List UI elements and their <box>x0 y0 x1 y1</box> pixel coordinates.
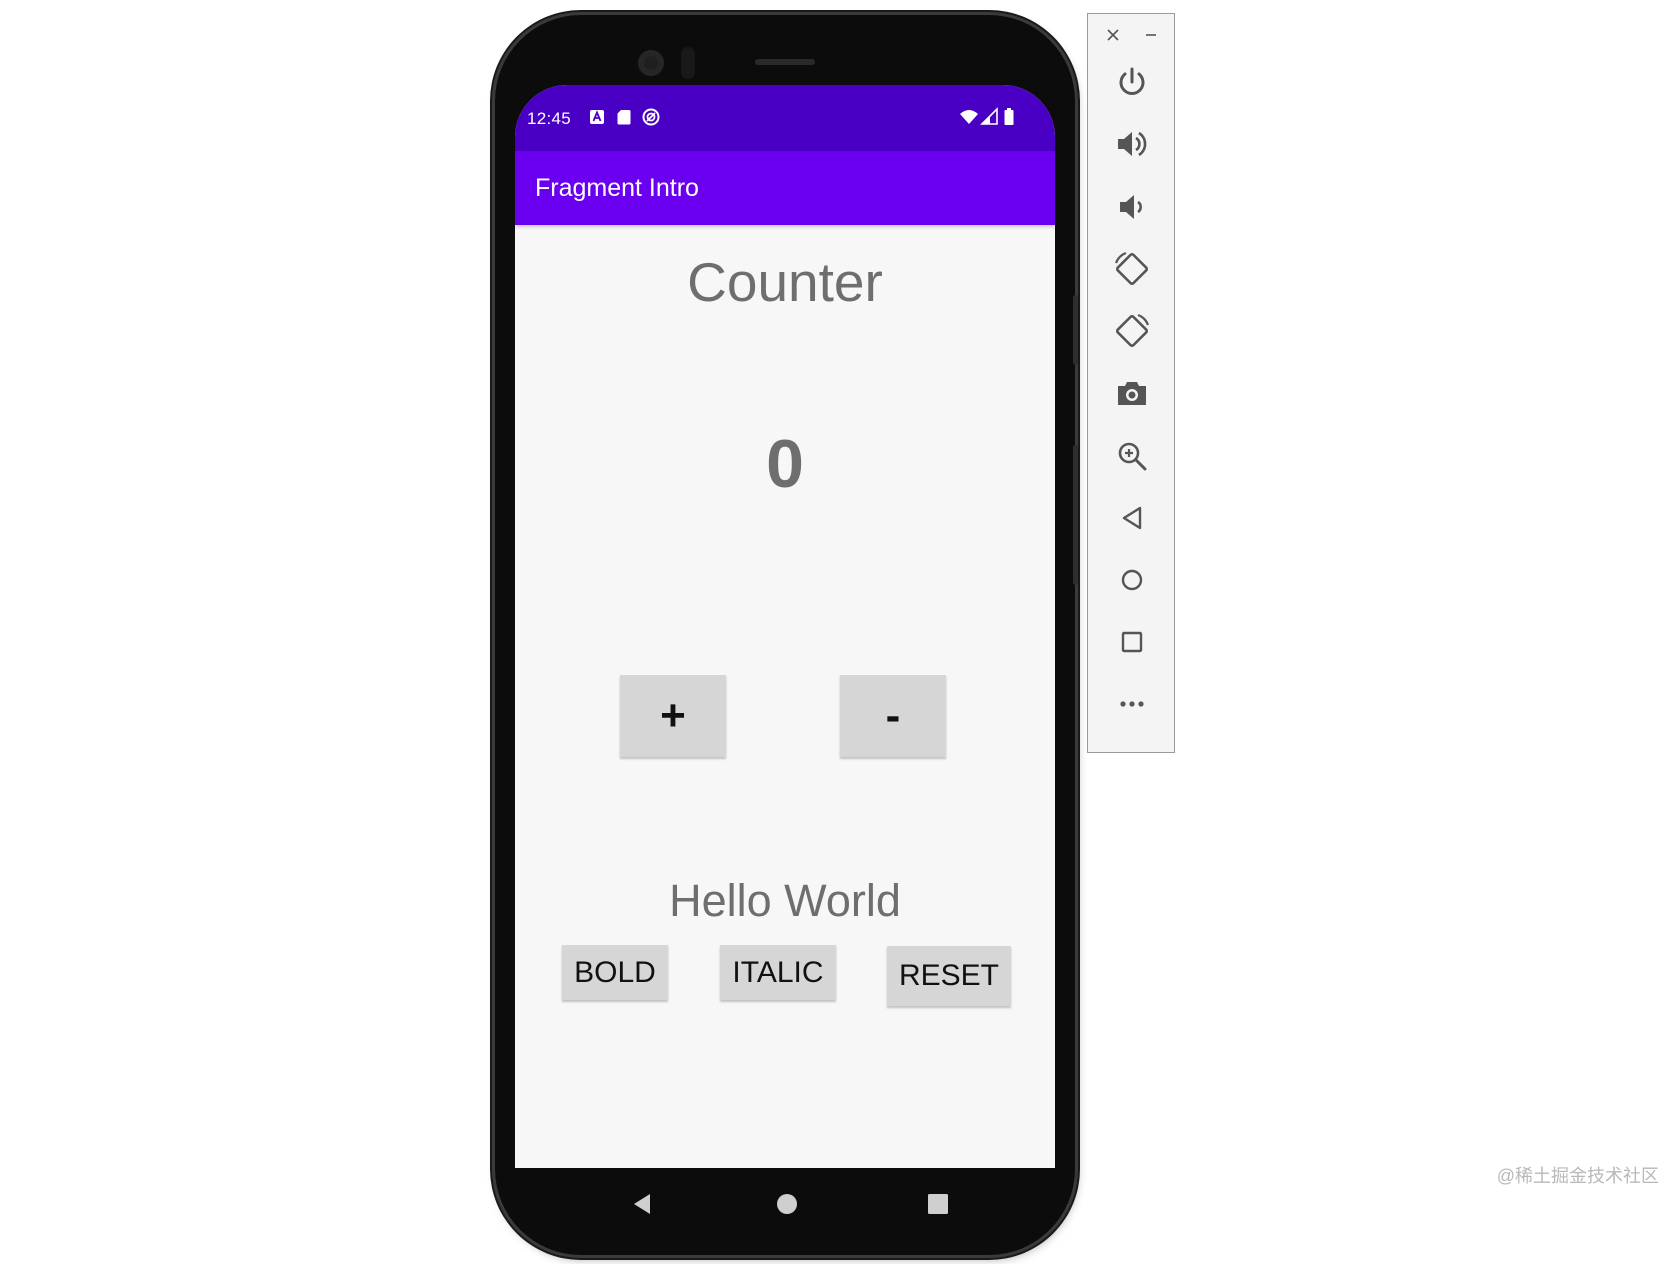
phone-screen: 12:45 Fragment Intro Counter 0 + - Hello… <box>515 85 1055 1168</box>
navigation-bar <box>515 1168 1055 1240</box>
decrement-button[interactable]: - <box>840 675 946 757</box>
front-camera <box>638 50 664 76</box>
back-icon[interactable] <box>1112 498 1152 538</box>
app-bar: Fragment Intro <box>515 151 1055 225</box>
battery-icon <box>1004 108 1014 125</box>
more-icon[interactable] <box>1112 684 1152 724</box>
rotate-left-icon[interactable] <box>1112 249 1152 289</box>
signal-icon <box>980 107 998 125</box>
phone-side-button <box>1073 295 1078 365</box>
overview-icon[interactable] <box>1112 622 1152 662</box>
camera-icon[interactable] <box>1112 374 1152 414</box>
recents-icon[interactable] <box>927 1193 949 1215</box>
phone-frame: 12:45 Fragment Intro Counter 0 + - Hello… <box>495 15 1078 1255</box>
increment-button[interactable]: + <box>620 675 726 757</box>
back-icon[interactable] <box>630 1192 654 1216</box>
status-time: 12:45 <box>527 109 572 128</box>
hello-text: Hello World <box>669 875 901 926</box>
earpiece-speaker <box>755 59 815 65</box>
counter-value: 0 <box>766 426 804 502</box>
status-bar: 12:45 <box>515 85 1055 151</box>
home-icon[interactable] <box>1112 560 1152 600</box>
emulator-toolbar <box>1087 13 1175 753</box>
minimize-icon[interactable] <box>1142 26 1160 44</box>
phone-side-button <box>1073 445 1078 585</box>
app-title: Fragment Intro <box>535 174 699 202</box>
volume-down-icon[interactable] <box>1112 187 1152 227</box>
reset-button[interactable]: RESET <box>887 946 1011 1006</box>
a-notification-icon <box>590 110 604 124</box>
wifi-icon <box>960 110 978 124</box>
watermark: @稀土掘金技术社区 <box>1496 1166 1659 1186</box>
close-icon[interactable] <box>1104 26 1122 44</box>
power-icon[interactable] <box>1112 62 1152 102</box>
sd-card-icon <box>617 110 631 125</box>
zoom-icon[interactable] <box>1112 436 1152 476</box>
rotate-right-icon[interactable] <box>1112 311 1152 351</box>
italic-button[interactable]: ITALIC <box>720 945 836 1000</box>
home-icon[interactable] <box>775 1192 799 1216</box>
bold-button[interactable]: BOLD <box>562 945 668 1000</box>
counter-title: Counter <box>687 251 883 313</box>
volume-up-icon[interactable] <box>1112 124 1152 164</box>
camera-sensor <box>681 47 695 79</box>
sync-icon <box>642 108 660 126</box>
